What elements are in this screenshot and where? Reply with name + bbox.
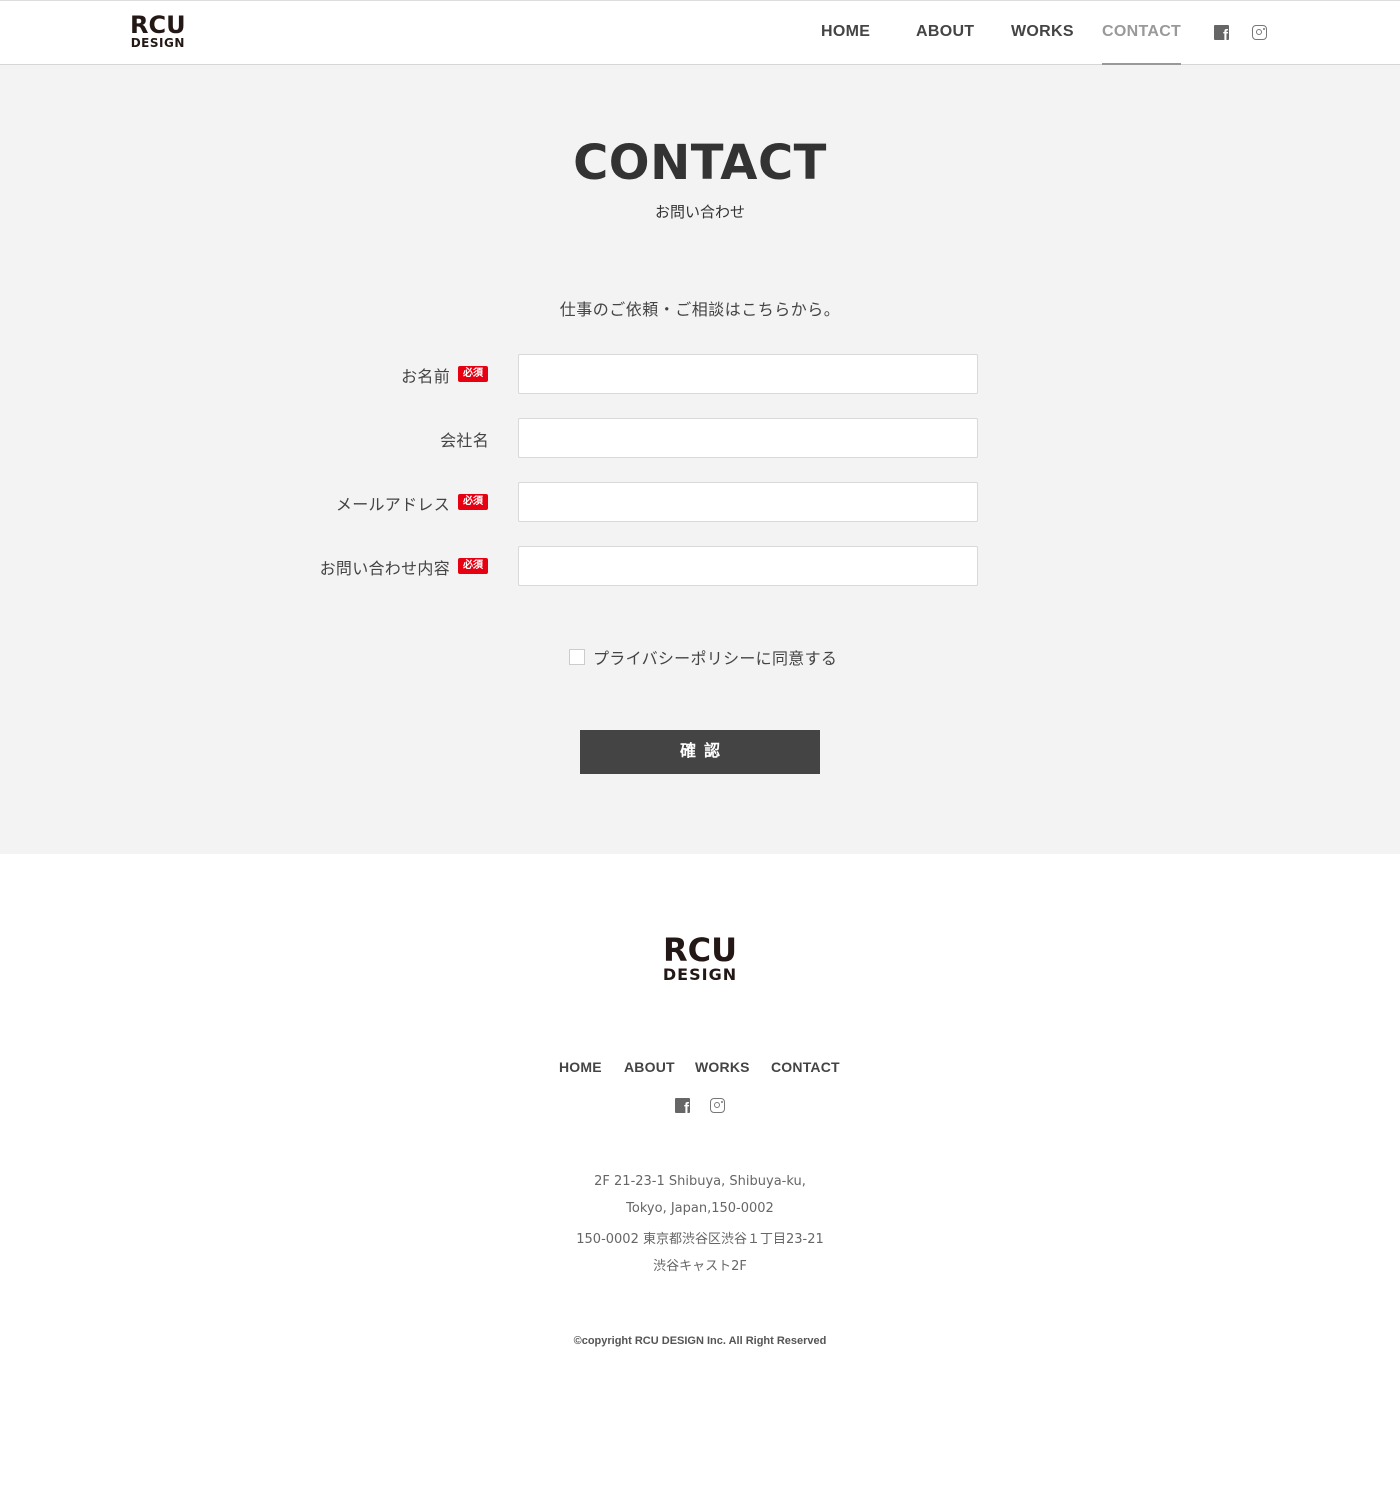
privacy-label[interactable]: プライバシーポリシーに同意する xyxy=(593,645,837,669)
required-badge: 必須 xyxy=(458,494,488,510)
footer-logo[interactable]: RCU DESIGN xyxy=(0,934,1400,984)
address-line: 渋谷キャスト2F xyxy=(653,1259,747,1274)
facebook-icon[interactable]: f xyxy=(1214,25,1229,40)
address-line: Tokyo, Japan,150-0002 xyxy=(626,1201,774,1216)
name-input[interactable] xyxy=(518,354,978,394)
required-badge: 必須 xyxy=(458,366,488,382)
required-badge: 必須 xyxy=(458,558,488,574)
site-footer: RCU DESIGN HOME ABOUT WORKS CONTACT f 2F… xyxy=(0,854,1400,1500)
form-row-inquiry: お問い合わせ内容 必須 xyxy=(0,546,1400,586)
field-label-email: メールアドレス xyxy=(335,495,450,514)
nav-contact[interactable]: CONTACT xyxy=(1102,23,1182,65)
company-input[interactable] xyxy=(518,418,978,458)
site-header: RCU DESIGN HOME ABOUT WORKS CONTACT f xyxy=(0,0,1400,65)
email-input[interactable] xyxy=(518,482,978,522)
nav-home[interactable]: HOME xyxy=(821,23,870,65)
form-row-email: メールアドレス 必須 xyxy=(0,482,1400,522)
address-line: 2F 21-23-1 Shibuya, Shibuya-ku, xyxy=(594,1174,806,1189)
field-label-company: 会社名 xyxy=(440,431,489,450)
instagram-icon[interactable] xyxy=(710,1098,725,1113)
confirm-button[interactable]: 確認 xyxy=(580,730,820,774)
nav-about[interactable]: ABOUT xyxy=(916,23,974,65)
privacy-checkbox[interactable] xyxy=(569,649,585,665)
facebook-icon[interactable]: f xyxy=(675,1098,690,1113)
form-row-name: お名前 必須 xyxy=(0,354,1400,394)
address-line: 150-0002 東京都渋谷区渋谷１丁目23-21 xyxy=(576,1232,824,1247)
footer-nav-works[interactable]: WORKS xyxy=(695,1059,750,1075)
field-label-inquiry: お問い合わせ内容 xyxy=(319,559,450,578)
logo-text-rcu: RCU xyxy=(130,11,186,39)
footer-nav-about[interactable]: ABOUT xyxy=(624,1059,675,1075)
intro-text: 仕事のご依頼・ご相談はこちらから。 xyxy=(559,300,841,319)
page-title: CONTACT xyxy=(573,135,827,191)
page-subtitle: お問い合わせ xyxy=(654,203,745,221)
instagram-icon[interactable] xyxy=(1252,25,1267,40)
nav-works[interactable]: WORKS xyxy=(1011,23,1074,65)
form-row-company: 会社名 xyxy=(0,418,1400,458)
privacy-agreement: プライバシーポリシーに同意する xyxy=(569,645,837,669)
inquiry-input[interactable] xyxy=(518,546,978,586)
contact-section: CONTACT お問い合わせ 仕事のご依頼・ご相談はこちらから。 お名前 必須 … xyxy=(0,65,1400,854)
field-label-name: お名前 xyxy=(401,367,450,386)
copyright-text: ©copyright RCU DESIGN Inc. All Right Res… xyxy=(573,1335,827,1347)
logo-text-rcu: RCU xyxy=(662,931,738,969)
header-logo[interactable]: RCU DESIGN xyxy=(130,13,186,50)
logo-text-design: DESIGN xyxy=(662,965,738,984)
footer-nav-contact[interactable]: CONTACT xyxy=(771,1059,840,1075)
logo-text-design: DESIGN xyxy=(130,36,185,50)
footer-nav-home[interactable]: HOME xyxy=(559,1059,602,1075)
